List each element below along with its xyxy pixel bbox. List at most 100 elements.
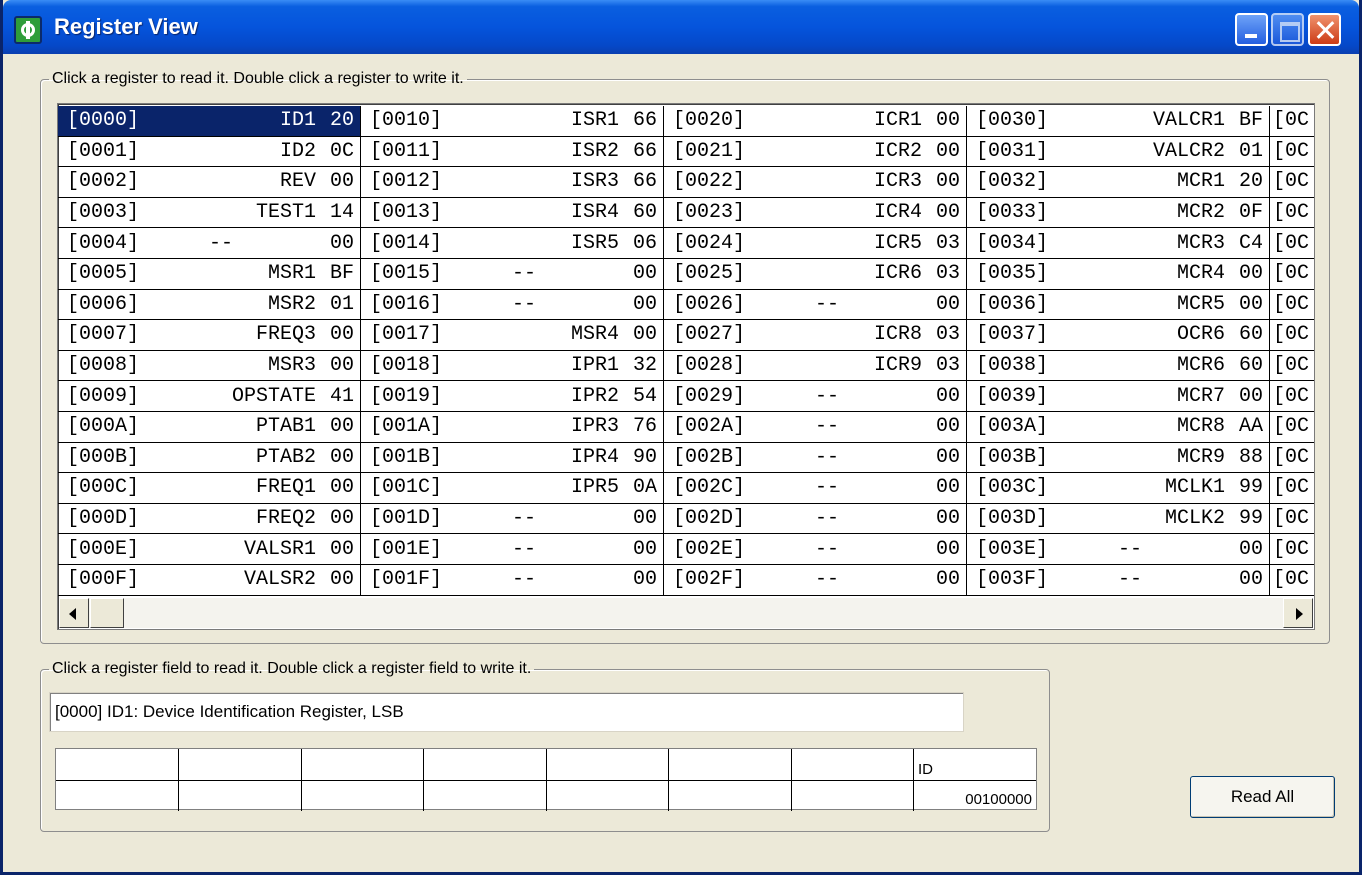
register-cell-partial[interactable]: [0C — [1270, 443, 1314, 474]
register-cell[interactable]: [000E] VALSR1 00 — [58, 534, 360, 565]
register-cell[interactable]: [0025] ICR6 03 — [664, 259, 966, 290]
bit-field-header[interactable] — [301, 749, 424, 781]
register-cell[interactable]: [0018] IPR1 32 — [361, 351, 663, 382]
maximize-icon[interactable] — [1271, 13, 1304, 46]
register-cell[interactable]: [0007] FREQ3 00 — [58, 320, 360, 351]
register-cell[interactable]: [002D] -- 00 — [664, 504, 966, 535]
register-cell[interactable]: [0009] OPSTATE 41 — [58, 381, 360, 412]
register-cell[interactable]: [0006] MSR2 01 — [58, 290, 360, 321]
register-cell-partial[interactable]: [0C — [1270, 167, 1314, 198]
register-cell[interactable]: [0001] ID2 0C — [58, 137, 360, 168]
register-cell[interactable]: [0036] MCR5 00 — [967, 290, 1269, 321]
register-cell[interactable]: [002E] -- 00 — [664, 534, 966, 565]
register-field-grid[interactable]: ID 00100000 — [55, 748, 1037, 811]
bit-field-header[interactable]: ID — [913, 749, 1036, 781]
scroll-left-arrow-icon[interactable] — [59, 598, 89, 628]
minimize-icon[interactable] — [1235, 13, 1268, 46]
register-cell[interactable]: [0013] ISR4 60 — [361, 198, 663, 229]
register-cell[interactable]: [0030] VALCR1 BF — [967, 106, 1269, 137]
register-cell-partial[interactable]: [0C — [1270, 412, 1314, 443]
register-cell[interactable]: [0033] MCR2 0F — [967, 198, 1269, 229]
bit-field-value[interactable] — [178, 780, 302, 811]
register-cell-partial[interactable]: [0C — [1270, 565, 1314, 596]
register-cell[interactable]: [000C] FREQ1 00 — [58, 473, 360, 504]
register-cell[interactable]: [002C] -- 00 — [664, 473, 966, 504]
register-cell[interactable]: [0000] ID1 20 — [58, 106, 360, 137]
register-cell-partial[interactable]: [0C — [1270, 381, 1314, 412]
register-cell[interactable]: [0021] ICR2 00 — [664, 137, 966, 168]
register-cell[interactable]: [000F] VALSR2 00 — [58, 565, 360, 596]
register-cell[interactable]: [0008] MSR3 00 — [58, 351, 360, 382]
title-bar[interactable]: Register View — [3, 0, 1359, 54]
register-cell[interactable]: [003A] MCR8 AA — [967, 412, 1269, 443]
register-cell[interactable]: [001E] -- 00 — [361, 534, 663, 565]
register-cell-partial[interactable]: [0C — [1270, 320, 1314, 351]
bit-field-header[interactable] — [546, 749, 669, 781]
register-cell[interactable]: [000A] PTAB1 00 — [58, 412, 360, 443]
register-cell[interactable]: [0004] -- 00 — [58, 228, 360, 259]
register-cell[interactable]: [0017] MSR4 00 — [361, 320, 663, 351]
register-cell[interactable]: [003E] -- 00 — [967, 534, 1269, 565]
register-cell[interactable]: [0020] ICR1 00 — [664, 106, 966, 137]
bit-field-value[interactable] — [546, 780, 669, 811]
register-cell[interactable]: [001D] -- 00 — [361, 504, 663, 535]
register-cell[interactable]: [003F] -- 00 — [967, 565, 1269, 596]
register-cell-partial[interactable]: [0C — [1270, 290, 1314, 321]
register-cell-partial[interactable]: [0C — [1270, 259, 1314, 290]
read-all-button[interactable]: Read All — [1190, 776, 1335, 818]
bit-field-header[interactable] — [56, 749, 179, 781]
register-cell[interactable]: [0015] -- 00 — [361, 259, 663, 290]
register-cell[interactable]: [001F] -- 00 — [361, 565, 663, 596]
register-list[interactable]: [0000] ID1 20 [0001] ID2 0C [0002] REV 00 [0003] T… — [57, 103, 1315, 630]
register-cell-partial[interactable]: [0C — [1270, 228, 1314, 259]
register-cell-partial[interactable]: [0C — [1270, 473, 1314, 504]
register-cell[interactable]: [0019] IPR2 54 — [361, 381, 663, 412]
register-cell-partial[interactable]: [0C — [1270, 534, 1314, 565]
register-cell[interactable]: [002A] -- 00 — [664, 412, 966, 443]
bit-field-value[interactable] — [423, 780, 547, 811]
register-cell[interactable]: [0026] -- 00 — [664, 290, 966, 321]
bit-field-value[interactable] — [668, 780, 792, 811]
register-cell[interactable]: [0003] TEST1 14 — [58, 198, 360, 229]
register-cell[interactable]: [0034] MCR3 C4 — [967, 228, 1269, 259]
register-cell[interactable]: [0027] ICR8 03 — [664, 320, 966, 351]
register-cell[interactable]: [001C] IPR5 0A — [361, 473, 663, 504]
register-cell[interactable]: [0014] ISR5 06 — [361, 228, 663, 259]
bit-field-value[interactable] — [301, 780, 424, 811]
register-cell[interactable]: [000B] PTAB2 00 — [58, 443, 360, 474]
register-cell[interactable]: [0011] ISR2 66 — [361, 137, 663, 168]
close-icon[interactable] — [1308, 13, 1341, 46]
bit-field-header[interactable] — [423, 749, 547, 781]
bit-field-value[interactable] — [56, 780, 179, 811]
bit-field-header[interactable] — [668, 749, 792, 781]
register-cell[interactable]: [0002] REV 00 — [58, 167, 360, 198]
register-cell-partial[interactable]: [0C — [1270, 198, 1314, 229]
scrollbar-thumb[interactable] — [90, 598, 124, 628]
bit-field-header[interactable] — [178, 749, 302, 781]
register-cell[interactable]: [001B] IPR4 90 — [361, 443, 663, 474]
register-cell[interactable]: [0037] OCR6 60 — [967, 320, 1269, 351]
register-cell-partial[interactable]: [0C — [1270, 504, 1314, 535]
register-cell[interactable]: [0024] ICR5 03 — [664, 228, 966, 259]
scroll-right-arrow-icon[interactable] — [1283, 598, 1313, 628]
register-cell[interactable]: [003B] MCR9 88 — [967, 443, 1269, 474]
register-cell[interactable]: [002B] -- 00 — [664, 443, 966, 474]
bit-field-header[interactable] — [791, 749, 914, 781]
register-description-field[interactable]: [0000] ID1: Device Identification Regist… — [49, 692, 964, 732]
register-cell[interactable]: [002F] -- 00 — [664, 565, 966, 596]
horizontal-scrollbar[interactable] — [59, 598, 1313, 628]
app-icon[interactable] — [14, 16, 42, 44]
register-cell[interactable]: [003C] MCLK1 99 — [967, 473, 1269, 504]
register-cell[interactable]: [0012] ISR3 66 — [361, 167, 663, 198]
register-cell[interactable]: [0039] MCR7 00 — [967, 381, 1269, 412]
register-cell[interactable]: [000D] FREQ2 00 — [58, 504, 360, 535]
register-cell-partial[interactable]: [0C — [1270, 106, 1314, 137]
register-cell[interactable]: [0032] MCR1 20 — [967, 167, 1269, 198]
register-cell[interactable]: [0023] ICR4 00 — [664, 198, 966, 229]
register-cell[interactable]: [0035] MCR4 00 — [967, 259, 1269, 290]
register-cell[interactable]: [0010] ISR1 66 — [361, 106, 663, 137]
register-cell[interactable]: [0031] VALCR2 01 — [967, 137, 1269, 168]
register-cell[interactable]: [003D] MCLK2 99 — [967, 504, 1269, 535]
register-cell[interactable]: [0016] -- 00 — [361, 290, 663, 321]
register-cell[interactable]: [0005] MSR1 BF — [58, 259, 360, 290]
